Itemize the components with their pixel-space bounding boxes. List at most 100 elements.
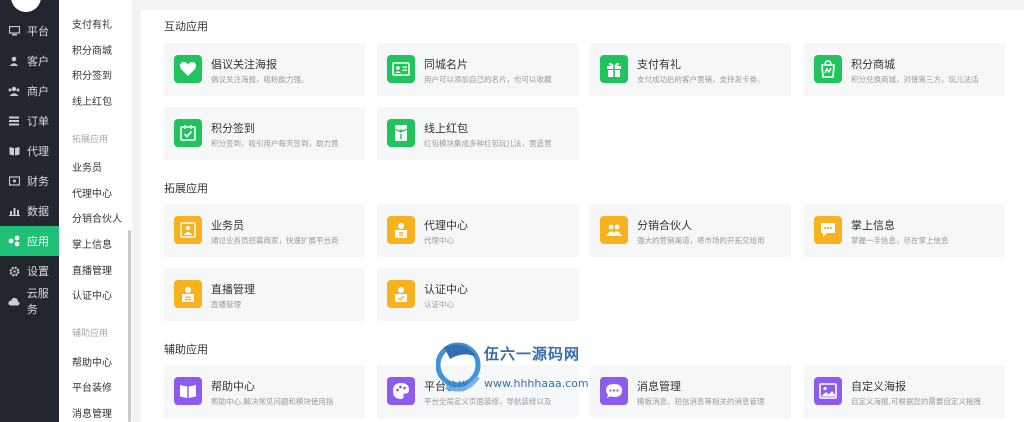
app-card-follow-poster[interactable]: 倡议关注海报 倡议关注海报，吸粉能力强。 — [164, 43, 365, 96]
app-card-points-mall[interactable]: 积分商城 积分兑换商城，对接第三方，玩儿法活 — [804, 43, 1005, 96]
app-card-certify-center[interactable]: 认证中心 认证中心 — [377, 268, 578, 321]
nav-label: 商户 — [27, 85, 49, 98]
app-card-pay-gift[interactable]: 支付有礼 支付成功后的客户营销，支持发卡券、 — [590, 43, 791, 96]
subnav-group-title: 拓展应用 — [72, 135, 109, 145]
app-card-message-management[interactable]: 消息管理 模板消息、短信消息等相关的消息管理 — [590, 365, 791, 418]
app-card-name: 帮助中心 — [211, 380, 255, 393]
subnav-item[interactable]: 积分商城 — [72, 42, 112, 57]
nav-item-platform[interactable]: 平台 — [0, 16, 59, 46]
subnav-item[interactable]: 代理中心 — [72, 185, 112, 200]
app-card-name: 平台装修 — [424, 380, 468, 393]
open-book-icon — [174, 377, 202, 405]
nav-label: 平台 — [27, 25, 49, 38]
heart-icon — [174, 55, 202, 83]
subnav-item[interactable]: 支付有礼 — [72, 16, 112, 31]
nav-item-merchant[interactable]: 商户 — [0, 76, 59, 106]
subnav-item[interactable]: 业务员 — [72, 159, 102, 174]
certify-icon — [387, 280, 415, 308]
app-card-desc: 红包模块集成多种红包玩儿法，营造营 — [424, 139, 552, 148]
app-card-salesman[interactable]: 业务员 通过业务员招募商家，快速扩展平台商 — [164, 204, 365, 257]
subnav-item[interactable]: 平台装修 — [72, 379, 112, 394]
app-card-distribution-partner[interactable]: 分销合伙人 强大的营销渠道，将市场的开拓交给用 — [590, 204, 791, 257]
nav-label: 代理 — [27, 145, 49, 158]
app-card-points-signin[interactable]: 积分签到 积分签到，吸引用户每天签到，助力营 — [164, 107, 365, 160]
monitor-icon — [7, 26, 21, 36]
app-card-name: 代理中心 — [424, 219, 468, 232]
app-card-red-packet[interactable]: 线上红包 红包模块集成多种红包玩儿法，营造营 — [377, 107, 578, 160]
app-card-name: 线上红包 — [424, 122, 468, 135]
app-card-live-management[interactable]: 直播管理 直播管理 — [164, 268, 365, 321]
people-icon — [174, 216, 202, 244]
app-card-city-card[interactable]: 同城名片 用户可以添加自己的名片，也可以收藏 — [377, 43, 578, 96]
section-title-extension: 拓展应用 — [164, 182, 208, 195]
app-card-name: 同城名片 — [424, 58, 468, 71]
users-icon — [7, 86, 21, 96]
logo — [11, 0, 41, 12]
app-card-desc: 倡议关注海报，吸粉能力强。 — [211, 75, 309, 84]
nav-item-finance[interactable]: 财务 — [0, 166, 59, 196]
id-card-icon — [387, 55, 415, 83]
app-card-agent-center[interactable]: 代理中心 代理中心 — [377, 204, 578, 257]
message-icon — [814, 216, 842, 244]
app-card-help-center[interactable]: 帮助中心 帮助中心,解决常见问题和模块使用指 — [164, 365, 365, 418]
cloud-icon — [7, 297, 21, 306]
app-card-desc: 支付成功后的客户营销，支持发卡券、 — [637, 75, 765, 84]
app-card-name: 分销合伙人 — [637, 219, 692, 232]
app-card-name: 自定义海报 — [851, 380, 906, 393]
app-card-name: 认证中心 — [424, 283, 468, 296]
nav-label: 应用 — [27, 235, 49, 248]
app-card-desc: 代理中心 — [424, 236, 454, 245]
app-card-name: 倡议关注海报 — [211, 58, 277, 71]
nav-item-settings[interactable]: 设置 — [0, 256, 59, 286]
app-card-desc: 通过业务员招募商家，快速扩展平台商 — [211, 236, 339, 245]
app-card-desc: 自定义海报,可根据您的需要自定义拖拽 — [851, 397, 981, 406]
subnav-item[interactable]: 掌上信息 — [72, 236, 112, 251]
subnav-group-title: 辅助应用 — [72, 329, 109, 339]
app-card-desc: 模板消息、短信消息等相关的消息管理 — [637, 397, 765, 406]
nav-label: 设置 — [27, 265, 49, 278]
chat-icon — [600, 377, 628, 405]
nav-item-data[interactable]: 数据 — [0, 196, 59, 226]
nav-label: 订单 — [27, 115, 49, 128]
subnav-item[interactable]: 分销合伙人 — [72, 210, 122, 225]
app-card-desc: 认证中心 — [424, 300, 454, 309]
nav-item-cloud[interactable]: 云服务 — [0, 286, 59, 316]
subnav-item[interactable]: 认证中心 — [72, 287, 112, 302]
subnav-item[interactable]: 消息管理 — [72, 405, 112, 420]
image-icon — [814, 377, 842, 405]
red-packet-icon — [387, 119, 415, 147]
gift-icon — [600, 55, 628, 83]
section-title-assist: 辅助应用 — [164, 343, 208, 356]
shopping-bag-icon — [814, 55, 842, 83]
subnav-item[interactable]: 积分签到 — [72, 67, 112, 82]
app-card-palm-info[interactable]: 掌上信息 掌握一手信息，尽在掌上信息 — [804, 204, 1005, 257]
app-card-name: 消息管理 — [637, 380, 681, 393]
subnav-item[interactable]: 线上红包 — [72, 93, 112, 108]
app-card-name: 业务员 — [211, 219, 244, 232]
app-grid-panel: 互动应用 倡议关注海报 倡议关注海报，吸粉能力强。 同城名片 用户可以添加自己的… — [141, 10, 1024, 422]
app-card-desc: 掌握一手信息，尽在掌上信息 — [851, 236, 949, 245]
app-card-name: 掌上信息 — [851, 219, 895, 232]
app-card-desc: 帮助中心,解决常见问题和模块使用指 — [211, 397, 334, 406]
nav-item-apps[interactable]: 应用 — [0, 226, 59, 256]
app-card-desc: 用户可以添加自己的名片，也可以收藏 — [424, 75, 552, 84]
app-card-custom-poster[interactable]: 自定义海报 自定义海报,可根据您的需要自定义拖拽 — [804, 365, 1005, 418]
partners-icon — [600, 216, 628, 244]
book-icon — [7, 146, 21, 156]
app-card-platform-decoration[interactable]: 平台装修 平台全局定义页面装修，导航装修以及 — [377, 365, 578, 418]
app-card-name: 积分商城 — [851, 58, 895, 71]
nav-item-order[interactable]: 订单 — [0, 106, 59, 136]
app-card-desc: 直播管理 — [211, 300, 241, 309]
nav-label: 客户 — [27, 55, 49, 68]
nav-item-customer[interactable]: 客户 — [0, 46, 59, 76]
list-icon — [7, 116, 21, 126]
app-card-desc: 积分兑换商城，对接第三方，玩儿法活 — [851, 75, 979, 84]
agent-icon — [387, 216, 415, 244]
subnav-item[interactable]: 帮助中心 — [72, 354, 112, 369]
subnav-item[interactable]: 直播管理 — [72, 262, 112, 277]
app-card-name: 直播管理 — [211, 283, 255, 296]
nav-label: 数据 — [27, 205, 49, 218]
subnav-scrollbar[interactable] — [128, 230, 131, 422]
nav-item-agent[interactable]: 代理 — [0, 136, 59, 166]
wallet-icon — [7, 176, 21, 186]
